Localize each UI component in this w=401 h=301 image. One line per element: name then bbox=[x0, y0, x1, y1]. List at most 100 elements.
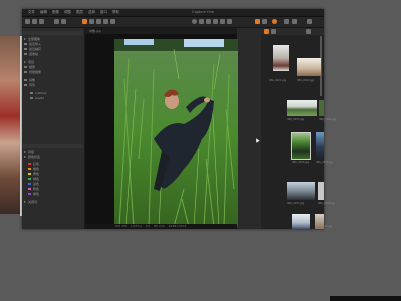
filter-item[interactable]: 评级 bbox=[28, 150, 34, 154]
thumbnail-image bbox=[292, 133, 310, 159]
exposure-tool-icon[interactable] bbox=[89, 19, 94, 24]
lens-tool-icon[interactable] bbox=[110, 19, 115, 24]
expand-icon[interactable] bbox=[24, 200, 26, 203]
album-icon bbox=[24, 65, 27, 68]
thumbnail-image bbox=[318, 182, 324, 200]
keystone-icon[interactable] bbox=[213, 19, 218, 24]
color-label-item[interactable]: 蓝色 bbox=[33, 182, 39, 186]
proof-icon[interactable] bbox=[284, 19, 289, 24]
menu-adjust[interactable]: 调整 bbox=[64, 10, 71, 15]
main-photo[interactable] bbox=[114, 39, 238, 227]
menu-image[interactable]: 图像 bbox=[52, 10, 59, 15]
menu-layer[interactable]: 图层 bbox=[76, 10, 83, 15]
iso-value: ISO 100 bbox=[115, 224, 127, 228]
thumbnail-caption: IMG_0110.jpg bbox=[315, 225, 333, 228]
color-label-item[interactable]: 黄色 bbox=[33, 172, 39, 176]
thumbnail[interactable] bbox=[319, 100, 324, 116]
expand-icon[interactable] bbox=[24, 155, 26, 158]
viewer-filename: 肖像.jpg bbox=[89, 29, 101, 33]
color-tool-icon[interactable] bbox=[96, 19, 101, 24]
trash-icon bbox=[24, 52, 27, 55]
thumbnail-image bbox=[297, 58, 321, 76]
thumbnail-image bbox=[316, 132, 324, 158]
exposure-warning-icon[interactable] bbox=[272, 19, 277, 24]
filters-section-header[interactable] bbox=[23, 144, 83, 148]
aperture-value: f/4 bbox=[146, 224, 150, 228]
details-tool-icon[interactable] bbox=[103, 19, 108, 24]
collection-item[interactable]: 智能相册 bbox=[29, 70, 41, 74]
browser-grid-icon[interactable] bbox=[264, 29, 269, 34]
menu-bar: 文件 编辑 图像 调整 图层 选择 窗口 帮助 Capture One bbox=[22, 9, 324, 17]
color-label-item[interactable]: 紫色 bbox=[33, 192, 39, 196]
expand-icon[interactable] bbox=[24, 37, 26, 40]
library-panel: 全部图像 最近导入 最近捕获 回收站 项目 相册 智能相册 肖像 风景 outd… bbox=[22, 28, 85, 229]
undo-icon[interactable] bbox=[54, 19, 59, 24]
pan-icon[interactable] bbox=[192, 19, 197, 24]
collection-item[interactable]: 肖像 bbox=[29, 78, 35, 82]
collection-item[interactable]: 风景 bbox=[29, 83, 35, 87]
capture-icon[interactable] bbox=[32, 19, 37, 24]
yellow-label-swatch bbox=[28, 172, 31, 175]
settings-icon[interactable] bbox=[292, 19, 297, 24]
eraser-icon[interactable] bbox=[227, 19, 232, 24]
thumbnail[interactable] bbox=[316, 132, 324, 158]
collection-item[interactable]: 项目 bbox=[28, 60, 34, 64]
menu-select[interactable]: 选择 bbox=[88, 10, 95, 15]
import-icon[interactable] bbox=[25, 19, 30, 24]
browser-sort-icon[interactable] bbox=[306, 29, 311, 34]
viewer-footer: ISO 100 1/250 s f/4 85 mm 2048×3072 bbox=[85, 224, 237, 229]
color-label-item[interactable]: 绿色 bbox=[33, 177, 39, 181]
filter-item[interactable]: 颜色标签 bbox=[28, 155, 40, 159]
redo-icon[interactable] bbox=[61, 19, 66, 24]
rotate-icon[interactable] bbox=[206, 19, 211, 24]
library-section-header[interactable] bbox=[23, 31, 83, 35]
folder-icon bbox=[24, 83, 27, 86]
thumbnail[interactable] bbox=[318, 182, 324, 200]
menu-edit[interactable]: 编辑 bbox=[40, 10, 47, 15]
color-label-item[interactable]: 橙色 bbox=[33, 167, 39, 171]
thumbnail-caption: IMG_0108.jpg bbox=[318, 202, 336, 205]
process-icon[interactable] bbox=[39, 19, 44, 24]
thumbnail-caption: IMG_0103.jpg bbox=[287, 118, 305, 121]
thumbnail-image bbox=[287, 100, 317, 116]
viewer-header: 肖像.jpg bbox=[85, 28, 237, 34]
thumbnail-caption: IMG_0101.jpg bbox=[269, 79, 287, 82]
thumbnail-selected[interactable] bbox=[291, 132, 311, 160]
grid-view-icon[interactable] bbox=[255, 19, 260, 24]
collection-item[interactable]: 回收站 bbox=[29, 52, 38, 56]
thumbnail[interactable] bbox=[287, 182, 315, 200]
expand-icon[interactable] bbox=[24, 60, 26, 63]
expand-icon[interactable] bbox=[24, 150, 26, 153]
focal-length-value: 85 mm bbox=[154, 224, 165, 228]
pink-label-swatch bbox=[28, 187, 31, 190]
thumbnail-image bbox=[287, 182, 315, 200]
thumbnail-caption: IMG_0105.jpg bbox=[292, 161, 310, 164]
filter-item[interactable]: 关键词 bbox=[28, 200, 37, 204]
collection-item[interactable]: studio bbox=[35, 96, 44, 100]
collection-item[interactable]: 全部图像 bbox=[28, 37, 40, 41]
collection-item[interactable]: outdoor bbox=[35, 91, 47, 95]
library-tool-icon[interactable] bbox=[82, 19, 87, 24]
thumbnail[interactable] bbox=[273, 45, 289, 71]
image-viewer[interactable]: 肖像.jpg ISO 100 1/250 s f/4 85 mm 2048×30… bbox=[85, 28, 238, 229]
browser-list-icon[interactable] bbox=[271, 29, 276, 34]
menu-window[interactable]: 窗口 bbox=[100, 10, 107, 15]
window-title: Capture One bbox=[192, 10, 215, 14]
menu-help[interactable]: 帮助 bbox=[112, 10, 119, 15]
search-icon[interactable] bbox=[307, 19, 312, 24]
single-view-icon[interactable] bbox=[262, 19, 267, 24]
crop-icon[interactable] bbox=[199, 19, 204, 24]
dimensions-value: 2048×3072 bbox=[168, 224, 187, 228]
green-label-swatch bbox=[28, 177, 31, 180]
collection-item[interactable]: 最近导入 bbox=[29, 42, 41, 46]
folder-icon bbox=[30, 91, 33, 94]
background-photo bbox=[0, 36, 20, 214]
color-label-item[interactable]: 红色 bbox=[33, 162, 39, 166]
brush-icon[interactable] bbox=[220, 19, 225, 24]
menu-file[interactable]: 文件 bbox=[28, 10, 35, 15]
thumbnail[interactable] bbox=[297, 58, 321, 76]
collection-item[interactable]: 相册 bbox=[29, 65, 35, 69]
collection-item[interactable]: 最近捕获 bbox=[29, 47, 41, 51]
thumbnail[interactable] bbox=[287, 100, 317, 116]
color-label-item[interactable]: 粉色 bbox=[33, 187, 39, 191]
